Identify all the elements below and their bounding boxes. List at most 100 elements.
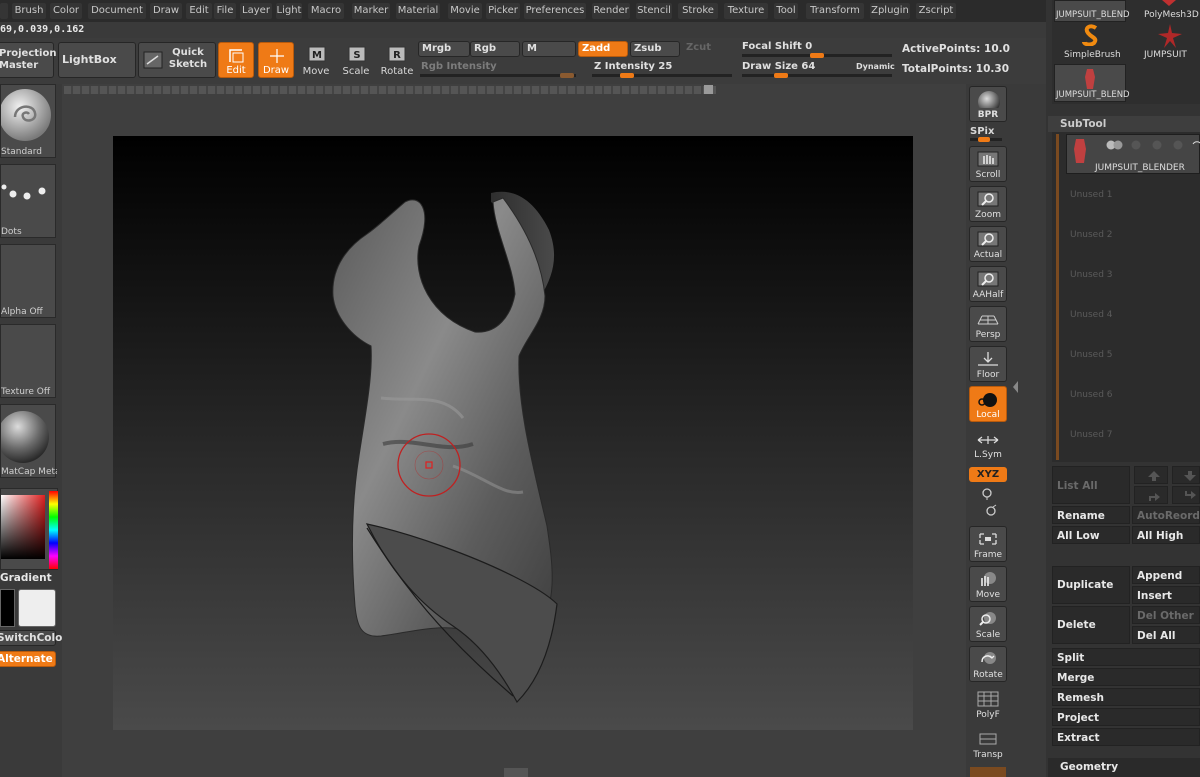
move-right-down-button[interactable] — [1172, 486, 1200, 504]
project-button[interactable]: Project — [1052, 708, 1200, 726]
alpha-tile[interactable]: Alpha Off — [0, 244, 56, 318]
subtool-unused-2[interactable]: Unused 2 — [1070, 230, 1113, 240]
append-button[interactable]: Append — [1132, 566, 1200, 584]
rotate-y-icon[interactable] — [980, 486, 994, 500]
menu-item-draw[interactable]: Draw — [150, 3, 182, 19]
menu-item-file[interactable]: File — [214, 3, 236, 19]
remesh-button[interactable]: Remesh — [1052, 688, 1200, 706]
draw-size-handle[interactable] — [774, 73, 788, 78]
menu-item-macro[interactable]: Macro — [308, 3, 344, 19]
document-canvas[interactable] — [113, 136, 913, 730]
duplicate-button[interactable]: Duplicate — [1052, 566, 1130, 604]
menu-item-layer[interactable]: Layer — [240, 3, 272, 19]
rename-button[interactable]: Rename — [1052, 506, 1130, 524]
menu-item-render[interactable]: Render — [592, 3, 630, 19]
tool-thumb-polymesh3d[interactable]: PolyMesh3D — [1132, 0, 1200, 22]
texture-tile[interactable]: Texture Off — [0, 324, 56, 398]
edit-button[interactable]: Edit — [218, 42, 254, 78]
brush-standard-tile[interactable]: Standard — [0, 84, 56, 158]
alternate-button[interactable]: Alternate — [0, 651, 56, 667]
rotate-button[interactable]: R Rotate — [378, 42, 416, 78]
collapse-arrow-icon[interactable] — [1012, 380, 1020, 394]
subtool-header[interactable]: SubTool — [1048, 116, 1200, 132]
quick-sketch-button[interactable]: Quick Sketch — [138, 42, 216, 78]
menu-item-stroke[interactable]: Stroke — [678, 3, 718, 19]
all-high-button[interactable]: All High — [1132, 526, 1200, 544]
persp-button[interactable]: Persp — [969, 306, 1007, 342]
subtool-unused-1[interactable]: Unused 1 — [1070, 190, 1113, 200]
zadd-button[interactable]: Zadd — [578, 41, 628, 57]
frame-button[interactable]: Frame — [969, 526, 1007, 562]
tool-thumb-jumpsuit[interactable]: JUMPSUIT — [1132, 24, 1200, 62]
subtool-unused-6[interactable]: Unused 6 — [1070, 390, 1113, 400]
subtool-unused-3[interactable]: Unused 3 — [1070, 270, 1113, 280]
canvas-bottom-handle[interactable] — [504, 768, 528, 777]
switch-color-button[interactable]: SwitchColor — [0, 630, 68, 646]
z-intensity-slider[interactable] — [592, 74, 732, 77]
rgb-intensity-slider[interactable] — [420, 74, 576, 77]
split-button[interactable]: Split — [1052, 648, 1200, 666]
all-low-button[interactable]: All Low — [1052, 526, 1130, 544]
insert-button[interactable]: Insert — [1132, 586, 1200, 604]
lightbox-button[interactable]: LightBox — [58, 42, 136, 78]
menu-item-movie[interactable]: Movie — [448, 3, 482, 19]
polyf-button[interactable]: PolyF — [969, 686, 1007, 722]
secondary-color-swatch[interactable] — [0, 589, 15, 627]
dynamic-toggle[interactable]: Dynamic — [856, 62, 895, 71]
local-button[interactable]: Local — [969, 386, 1007, 422]
main-color-swatch[interactable] — [18, 589, 56, 627]
draw-size-slider[interactable] — [742, 74, 892, 77]
menu-item-texture[interactable]: Texture — [724, 3, 768, 19]
menu-item-picker[interactable]: Picker — [486, 3, 520, 19]
floor-button[interactable]: Floor — [969, 346, 1007, 382]
transp-button[interactable]: Transp — [969, 726, 1007, 762]
menu-item-zscript[interactable]: Zscript — [916, 3, 956, 19]
move-down-button[interactable] — [1172, 466, 1200, 484]
scale-button[interactable]: S Scale — [338, 42, 374, 78]
actual-button[interactable]: Actual — [969, 226, 1007, 262]
menu-item-marker[interactable]: Marker — [352, 3, 390, 19]
mrgb-button[interactable]: Mrgb — [418, 41, 470, 57]
menu-item-edit[interactable]: Edit — [186, 3, 212, 19]
subtool-list-scrollbar[interactable] — [1056, 134, 1059, 460]
color-picker[interactable] — [0, 488, 58, 570]
subtool-unused-7[interactable]: Unused 7 — [1070, 430, 1113, 440]
draw-button[interactable]: Draw — [258, 42, 294, 78]
geometry-header[interactable]: Geometry — [1048, 758, 1200, 777]
spix-handle[interactable] — [978, 137, 990, 142]
subtool-item-active[interactable]: JUMPSUIT_BLENDER — [1066, 134, 1200, 174]
menu-item-brush[interactable]: Brush — [12, 3, 46, 19]
zcut-button[interactable]: Zcut — [686, 42, 711, 53]
zsub-button[interactable]: Zsub — [630, 41, 680, 57]
menu-item-stencil[interactable]: Stencil — [636, 3, 672, 19]
rotate-view-button[interactable]: Rotate — [969, 646, 1007, 682]
subtool-visibility-icons[interactable] — [1105, 139, 1200, 151]
auto-reorder-button[interactable]: AutoReorder — [1132, 506, 1200, 524]
menu-item-transform[interactable]: Transform — [806, 3, 864, 19]
projection-master-button[interactable]: Projection Master — [0, 42, 56, 78]
move-left-up-button[interactable] — [1134, 486, 1168, 504]
xyz-button[interactable]: XYZ — [969, 467, 1007, 482]
menu-item-tool[interactable]: Tool — [774, 3, 798, 19]
menu-item-color[interactable]: Color — [50, 3, 82, 19]
list-all-button[interactable]: List All — [1052, 466, 1130, 504]
material-tile[interactable]: MatCap Metal04 — [0, 404, 57, 478]
menu-item-preferences[interactable]: Preferences — [524, 3, 586, 19]
merge-button[interactable]: Merge — [1052, 668, 1200, 686]
delete-button[interactable]: Delete — [1052, 606, 1130, 644]
scale-view-button[interactable]: Scale — [969, 606, 1007, 642]
timeline-handle[interactable] — [704, 85, 713, 94]
hue-strip[interactable] — [49, 491, 58, 569]
move-button[interactable]: M Move — [298, 42, 334, 78]
subtool-unused-5[interactable]: Unused 5 — [1070, 350, 1113, 360]
timeline-strip[interactable] — [64, 86, 716, 94]
menu-item-zplugin[interactable]: Zplugin — [870, 3, 910, 19]
gradient-label[interactable]: Gradient — [0, 572, 52, 584]
del-all-button[interactable]: Del All — [1132, 626, 1200, 644]
tool-thumb-jumpsuit-blend-2[interactable]: JUMPSUIT_BLEND — [1054, 64, 1130, 102]
rotate-z-icon[interactable] — [984, 504, 998, 518]
extract-button[interactable]: Extract — [1052, 728, 1200, 746]
rgb-intensity-handle[interactable] — [560, 73, 574, 78]
del-other-button[interactable]: Del Other — [1132, 606, 1200, 624]
tool-thumb-simplebrush[interactable]: SimpleBrush — [1054, 24, 1126, 62]
